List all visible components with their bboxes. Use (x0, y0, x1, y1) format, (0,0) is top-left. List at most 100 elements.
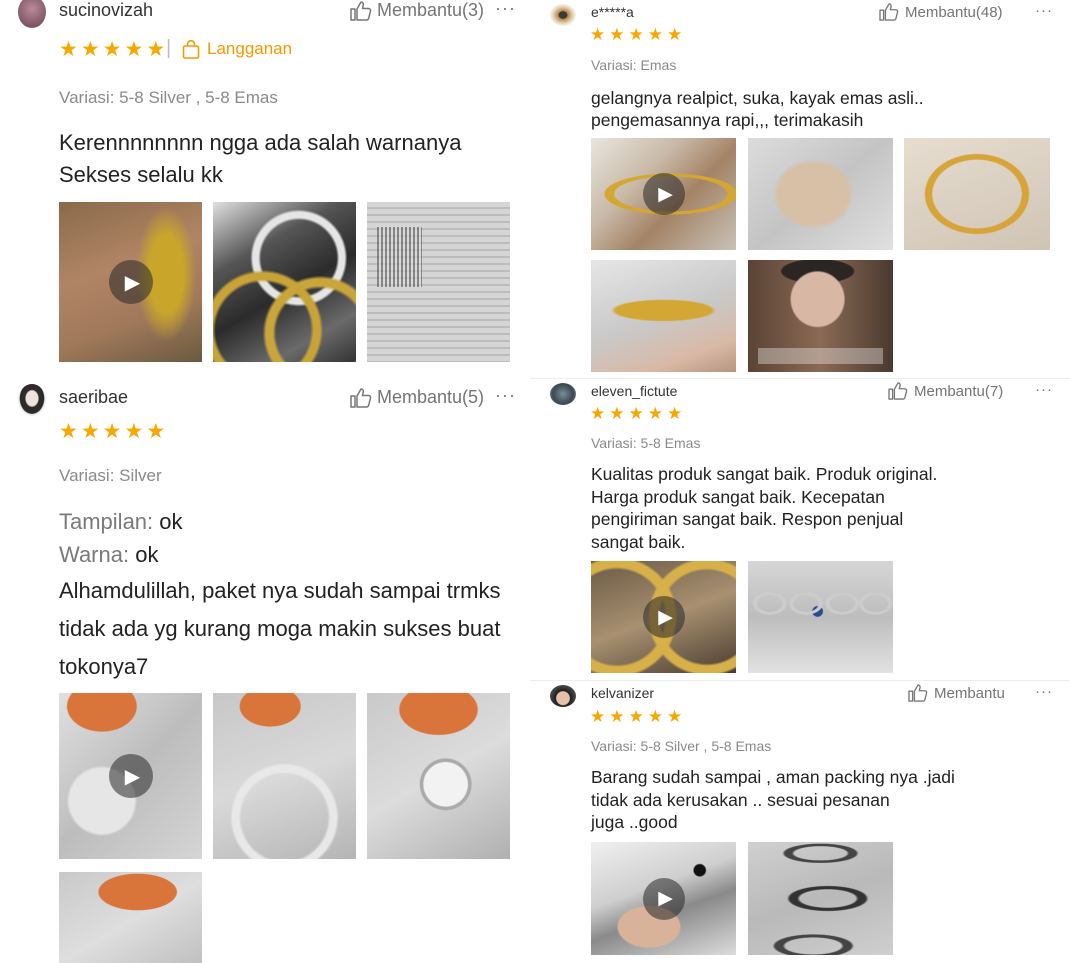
review-video[interactable]: ▶ (59, 693, 202, 859)
star-icon: ★ (590, 404, 606, 423)
review-line: tidak ada kerusakan .. sesuai pesanan (591, 789, 890, 810)
play-icon[interactable]: ▶ (642, 596, 685, 638)
review-image[interactable] (748, 138, 893, 250)
avatar[interactable] (550, 383, 576, 405)
more-icon[interactable]: ··· (1035, 2, 1053, 19)
divider: | (166, 37, 172, 59)
review-line: juga ..good (591, 812, 678, 833)
review-line: tokonya7 (59, 654, 149, 679)
more-icon[interactable]: ··· (495, 385, 516, 406)
variant-text: Variasi: Silver (59, 466, 162, 485)
review-image[interactable] (748, 561, 893, 673)
play-icon[interactable]: ▶ (642, 877, 685, 920)
review-text: Alhamdulillah, paket nya sudah sampai tr… (59, 572, 500, 686)
reviewer-name[interactable]: kelvanizer (591, 685, 654, 701)
field-label: Warna: (59, 542, 136, 567)
helpful-button[interactable]: Membantu (908, 684, 1005, 702)
review-line: Barang sudah sampai , aman packing nya .… (591, 767, 955, 787)
review-image[interactable] (748, 842, 893, 955)
more-icon[interactable]: ··· (495, 0, 516, 19)
star-icon: ★ (667, 404, 683, 423)
field-value: ok (135, 542, 159, 567)
star-icon: ★ (647, 404, 663, 423)
review-image[interactable] (367, 693, 510, 859)
avatar[interactable] (550, 685, 576, 707)
review-line: Harga produk sangat baik. Kecepatan (591, 486, 885, 507)
star-icon: ★ (102, 38, 122, 61)
field-warna: Warna: ok (59, 538, 183, 571)
label-sticker (377, 227, 422, 287)
variant-text: Variasi: 5-8 Emas (591, 435, 701, 451)
review-image[interactable] (367, 202, 510, 362)
review-text: Barang sudah sampai , aman packing nya .… (591, 766, 955, 834)
more-icon[interactable]: ··· (1035, 381, 1053, 398)
helpful-label: Membantu(7) (914, 382, 1004, 400)
play-icon[interactable]: ▶ (642, 173, 685, 215)
divider (530, 378, 1070, 379)
thumbs-up-icon (888, 382, 908, 400)
avatar[interactable] (550, 4, 576, 26)
thumbs-up-icon (908, 684, 928, 702)
helpful-label: Membantu(48) (905, 3, 1003, 21)
review-text: Kerennnnnnnn ngga ada salah warnanya Sek… (59, 127, 461, 191)
review-card: kelvanizer Membantu ··· ★ ★ ★ ★ ★ Varias… (530, 680, 1070, 963)
reviewer-name[interactable]: saeribae (59, 387, 128, 408)
avatar[interactable] (18, 384, 46, 416)
play-icon[interactable]: ▶ (108, 260, 153, 304)
play-icon[interactable]: ▶ (108, 754, 153, 798)
more-icon[interactable]: ··· (1035, 683, 1053, 700)
field-label: Tampilan: (59, 509, 160, 534)
star-icon: ★ (628, 25, 644, 44)
helpful-button[interactable]: Membantu(48) (879, 3, 1003, 21)
thumbs-up-icon (350, 387, 372, 408)
review-image[interactable] (59, 872, 202, 963)
rating-stars: ★ ★ ★ ★ ★ (590, 404, 686, 424)
review-line: Kerennnnnnnn ngga ada salah warnanya (59, 130, 462, 155)
helpful-button[interactable]: Membantu(5) (350, 387, 484, 408)
review-video[interactable]: ▶ (591, 561, 736, 673)
left-panel: sucinovizah Membantu(3) ··· ★ ★ ★ ★ ★ | … (0, 0, 530, 963)
review-image[interactable] (748, 260, 893, 372)
field-tampilan: Tampilan: ok (59, 505, 183, 538)
reviewer-name[interactable]: sucinovizah (59, 0, 153, 21)
avatar[interactable] (18, 0, 46, 28)
star-icon: ★ (80, 420, 100, 443)
star-icon: ★ (667, 25, 683, 44)
star-icon: ★ (609, 25, 625, 44)
star-icon: ★ (80, 38, 100, 61)
star-icon: ★ (102, 420, 122, 443)
star-icon: ★ (609, 707, 625, 726)
star-icon: ★ (124, 420, 144, 443)
right-panel: e*****a Membantu(48) ··· ★ ★ ★ ★ ★ Varia… (530, 0, 1070, 963)
review-line: Alhamdulillah, paket nya sudah sampai tr… (59, 578, 501, 603)
helpful-button[interactable]: Membantu(3) (350, 0, 484, 21)
rating-stars: ★ ★ ★ ★ ★ (590, 25, 686, 45)
subscription-label: Langganan (207, 39, 293, 58)
review-video[interactable]: ▶ (591, 842, 736, 955)
review-text: gelangnya realpict, suka, kayak emas asl… (591, 87, 924, 131)
review-image[interactable] (591, 260, 736, 372)
review-line: tidak ada yg kurang moga makin sukses bu… (59, 616, 501, 641)
review-video[interactable]: ▶ (591, 138, 736, 250)
star-icon: ★ (59, 38, 78, 61)
review-card: saeribae Membantu(5) ··· ★ ★ ★ ★ ★ Varia… (0, 375, 530, 963)
review-image[interactable] (904, 138, 1050, 250)
reviewer-name[interactable]: eleven_fictute (591, 383, 677, 399)
review-line: pengemasannya rapi,,, terimakasih (591, 110, 864, 130)
subscription-badge[interactable]: Langganan (182, 39, 292, 59)
reviewer-name[interactable]: e*****a (591, 4, 634, 20)
helpful-label: Membantu(3) (377, 0, 485, 20)
shopping-bag-icon (182, 39, 200, 59)
helpful-button[interactable]: Membantu(7) (888, 382, 1003, 400)
helpful-label: Membantu(5) (377, 387, 485, 407)
star-icon: ★ (609, 404, 625, 423)
variant-text: Variasi: 5-8 Silver , 5-8 Emas (591, 738, 772, 754)
review-image[interactable] (213, 693, 356, 859)
review-video[interactable]: ▶ (59, 202, 202, 362)
star-icon: ★ (667, 707, 683, 726)
thumbs-up-icon (879, 3, 899, 21)
review-card: eleven_fictute Membantu(7) ··· ★ ★ ★ ★ ★… (530, 378, 1070, 680)
review-image[interactable] (213, 202, 356, 362)
review-line: pengiriman sangat baik. Respon penjual (591, 509, 904, 530)
variant-text: Variasi: 5-8 Silver , 5-8 Emas (59, 88, 278, 107)
